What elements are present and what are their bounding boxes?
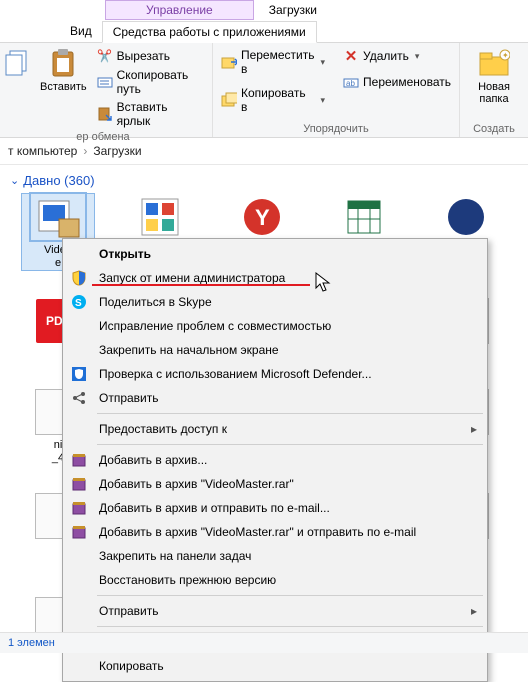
new-folder-button[interactable]: ✦ Новаяпапка: [468, 47, 520, 105]
status-bar: 1 элемен: [0, 632, 528, 653]
menu-add-archive[interactable]: Добавить в архив...: [65, 448, 485, 472]
menu-open[interactable]: Открыть: [65, 242, 485, 266]
copy-path-icon: [97, 74, 113, 90]
chevron-down-icon: ▾: [415, 51, 420, 62]
paste-button[interactable]: Вставить: [40, 47, 87, 129]
cut-button[interactable]: ✂️ Вырезать: [97, 48, 204, 64]
group-header-label: Давно (360): [23, 173, 94, 188]
ribbon-tabs: Вид Средства работы с приложениями: [0, 20, 528, 43]
menu-copy[interactable]: Копировать: [65, 654, 485, 678]
defender-icon: [69, 364, 89, 384]
tab-downloads: Загрузки: [254, 0, 332, 20]
ribbon-group-clipboard: ер обмена: [2, 131, 204, 143]
menu-send-to[interactable]: Отправить▸: [65, 599, 485, 623]
annotation-underline: [92, 284, 310, 286]
chevron-right-icon: ›: [83, 144, 87, 158]
menu-defender-scan[interactable]: Проверка с использованием Microsoft Defe…: [65, 362, 485, 386]
menu-share-skype[interactable]: S Поделиться в Skype: [65, 290, 485, 314]
chevron-right-icon: ▸: [471, 604, 477, 618]
app-icon: [133, 194, 187, 240]
breadcrumb-computer[interactable]: т компьютер: [8, 144, 77, 158]
ribbon: Вставить ✂️ Вырезать Скопировать путь: [0, 43, 528, 138]
paste-shortcut-button[interactable]: Вставить ярлык: [97, 100, 204, 128]
ribbon-group-create: Создать: [468, 123, 520, 135]
svg-text:ab: ab: [346, 79, 355, 88]
chevron-down-icon: ▾: [320, 57, 325, 68]
title-tabs: Управление Загрузки: [0, 0, 528, 20]
winrar-icon: [69, 474, 89, 494]
ribbon-tab-view[interactable]: Вид: [60, 21, 102, 41]
paste-label: Вставить: [40, 81, 87, 93]
yandex-icon: Y: [235, 194, 289, 240]
ribbon-tab-app-tools[interactable]: Средства работы с приложениями: [102, 21, 317, 43]
copy-to-label: Копировать в: [241, 86, 315, 114]
copy-icon: [2, 47, 34, 79]
menu-send[interactable]: Отправить: [65, 386, 485, 410]
excel-icon: [337, 194, 391, 240]
copy-button[interactable]: [2, 47, 34, 129]
menu-run-as-admin[interactable]: Запуск от имени администратора: [65, 266, 485, 290]
copy-to-button[interactable]: Копировать в ▾: [221, 86, 325, 114]
menu-pin-taskbar[interactable]: Закрепить на панели задач: [65, 544, 485, 568]
move-to-label: Переместить в: [241, 48, 315, 76]
delete-label: Удалить: [363, 49, 409, 63]
new-folder-icon: ✦: [478, 47, 510, 79]
clipboard-icon: [47, 47, 79, 79]
scissors-icon: ✂️: [97, 48, 113, 64]
winrar-icon: [69, 498, 89, 518]
winrar-icon: [69, 522, 89, 542]
breadcrumb-downloads[interactable]: Загрузки: [93, 144, 141, 158]
app-icon: [439, 194, 493, 240]
menu-add-archive-named[interactable]: Добавить в архив "VideoMaster.rar": [65, 472, 485, 496]
rename-label: Переименовать: [363, 75, 451, 89]
menu-compatibility[interactable]: Исправление проблем с совместимостью: [65, 314, 485, 338]
paste-shortcut-label: Вставить ярлык: [117, 100, 204, 128]
menu-archive-email-named[interactable]: Добавить в архив "VideoMaster.rar" и отп…: [65, 520, 485, 544]
copy-path-label: Скопировать путь: [117, 68, 204, 96]
context-menu: Открыть Запуск от имени администратора S…: [62, 238, 488, 682]
svg-text:S: S: [75, 298, 82, 309]
installer-icon: [31, 194, 85, 240]
new-folder-label: Новаяпапка: [478, 81, 510, 105]
delete-icon: ✕: [343, 48, 359, 64]
copy-to-icon: [221, 92, 237, 108]
svg-text:✦: ✦: [502, 51, 509, 60]
copy-path-button[interactable]: Скопировать путь: [97, 68, 204, 96]
winrar-icon: [69, 450, 89, 470]
status-selection: 1 элемен: [8, 637, 55, 649]
rename-button[interactable]: ab Переименовать: [343, 74, 451, 90]
move-to-button[interactable]: Переместить в ▾: [221, 48, 325, 76]
tab-manage[interactable]: Управление: [105, 0, 254, 20]
svg-text:Y: Y: [255, 205, 270, 230]
menu-restore-version[interactable]: Восстановить прежнюю версию: [65, 568, 485, 592]
menu-pin-start[interactable]: Закрепить на начальном экране: [65, 338, 485, 362]
chevron-down-icon: ⌄: [10, 174, 19, 187]
paste-shortcut-icon: [97, 106, 113, 122]
menu-archive-email[interactable]: Добавить в архив и отправить по e-mail..…: [65, 496, 485, 520]
menu-give-access[interactable]: Предоставить доступ к▸: [65, 417, 485, 441]
rename-icon: ab: [343, 74, 359, 90]
delete-button[interactable]: ✕ Удалить ▾: [343, 48, 451, 64]
share-icon: [69, 388, 89, 408]
chevron-right-icon: ▸: [471, 422, 477, 436]
move-to-icon: [221, 54, 237, 70]
ribbon-group-organize: Упорядочить: [221, 123, 451, 135]
chevron-down-icon: ▾: [320, 95, 325, 106]
skype-icon: S: [69, 292, 89, 312]
group-header-old[interactable]: ⌄ Давно (360): [10, 173, 520, 188]
cut-label: Вырезать: [117, 49, 170, 63]
shield-icon: [69, 268, 89, 288]
